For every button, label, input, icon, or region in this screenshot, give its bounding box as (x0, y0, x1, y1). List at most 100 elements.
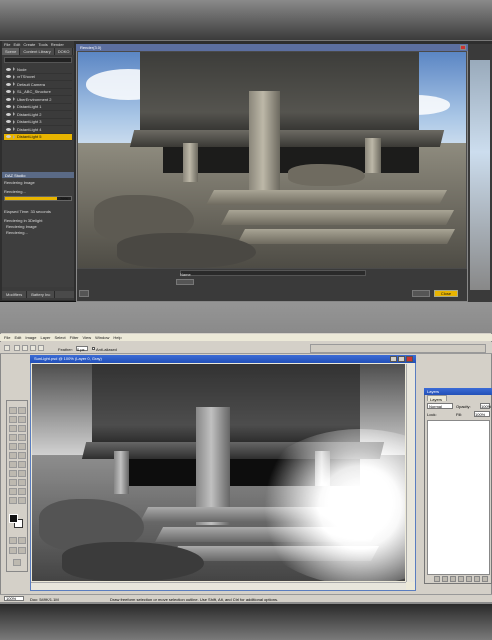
antialias-checkbox[interactable] (92, 347, 95, 350)
scene-item-node[interactable]: Node (4, 66, 72, 74)
scene-item-light-4[interactable]: DistantLight 4 (4, 126, 72, 134)
render-save-button[interactable] (412, 290, 430, 297)
tab-doko[interactable]: DOKO (55, 48, 74, 55)
render-close-button[interactable]: Close (434, 290, 458, 297)
maximize-icon[interactable] (398, 356, 405, 362)
gradient-tool-icon[interactable] (18, 452, 26, 459)
daz-menu-render[interactable]: Render (51, 42, 64, 47)
standard-mode-icon[interactable] (18, 537, 26, 544)
tab-modifiers[interactable]: Modifiers (2, 291, 28, 298)
crop-tool-icon[interactable] (9, 425, 17, 432)
daz-menu-file[interactable]: File (4, 42, 10, 47)
scene-item-shovel[interactable]: vrTShovel (4, 74, 72, 81)
eye-icon[interactable] (6, 135, 11, 139)
scene-item-light-5[interactable]: DistantLight 5 (4, 133, 72, 141)
daz-menu-edit[interactable]: Edit (13, 42, 20, 47)
layer-mask-icon[interactable] (450, 576, 456, 582)
scene-search-input[interactable] (4, 57, 72, 63)
zoom-tool-icon[interactable] (18, 497, 26, 504)
tab-layers[interactable]: Layers (427, 395, 447, 402)
path-selection-icon[interactable] (9, 470, 17, 477)
eye-icon[interactable] (6, 105, 11, 109)
hand-tool-icon[interactable] (9, 497, 17, 504)
daz-menu-tools[interactable]: Tools (38, 42, 47, 47)
scene-item-camera[interactable]: Default Camera (4, 81, 72, 89)
new-selection-icon[interactable] (14, 345, 20, 351)
opacity-input[interactable]: 100% (480, 403, 491, 409)
ps-menu-help[interactable]: Help (113, 335, 121, 340)
ps-menu-layer[interactable]: Layer (40, 335, 50, 340)
render-format-dropdown[interactable] (176, 279, 194, 285)
lasso-tool-preset-icon[interactable] (4, 345, 10, 351)
eye-icon[interactable] (6, 112, 11, 116)
horizontal-scrollbar[interactable] (31, 582, 406, 590)
scene-item-environment[interactable]: UberEnvironment 2 (4, 96, 72, 104)
notes-tool-icon[interactable] (9, 488, 17, 495)
feather-input[interactable]: 0 px (76, 346, 88, 352)
lasso-tool-icon[interactable] (9, 416, 17, 423)
expand-arrow-icon[interactable] (13, 104, 15, 109)
shape-tool-icon[interactable] (18, 479, 26, 486)
expand-arrow-icon[interactable] (13, 127, 15, 132)
imageready-icon[interactable] (13, 559, 21, 566)
scene-item-light-3[interactable]: DistantLight 3 (4, 119, 72, 126)
trash-icon[interactable] (482, 576, 488, 582)
adjustment-layer-icon[interactable] (466, 576, 472, 582)
new-layer-icon[interactable] (474, 576, 480, 582)
eye-icon[interactable] (6, 82, 11, 86)
eye-icon[interactable] (6, 67, 11, 71)
scene-item-light-2[interactable]: DistantLight 2 (4, 111, 72, 119)
history-brush-icon[interactable] (18, 443, 26, 450)
daz-menu-create[interactable]: Create (23, 42, 35, 47)
move-tool-icon[interactable] (18, 407, 26, 414)
layer-style-icon[interactable] (442, 576, 448, 582)
brush-tool-icon[interactable] (18, 434, 26, 441)
eye-icon[interactable] (6, 90, 11, 94)
expand-arrow-icon[interactable] (13, 67, 15, 72)
eraser-tool-icon[interactable] (9, 452, 17, 459)
expand-arrow-icon[interactable] (13, 89, 15, 94)
tab-scene[interactable]: Scene (2, 48, 21, 55)
healing-brush-icon[interactable] (9, 434, 17, 441)
render-options-button[interactable] (79, 290, 89, 297)
layers-list[interactable] (427, 420, 490, 575)
fill-input[interactable]: 100% (474, 411, 490, 417)
tab-content-library[interactable]: Content Library (20, 48, 55, 55)
ps-menu-filter[interactable]: Filter (70, 335, 79, 340)
minimize-icon[interactable] (390, 356, 397, 362)
expand-arrow-icon[interactable] (13, 97, 15, 102)
screen-mode-icon[interactable] (9, 547, 17, 554)
fullscreen-mode-icon[interactable] (18, 547, 26, 554)
scene-item-structure[interactable]: SL_ABC_Structure (4, 89, 72, 96)
render-name-input[interactable] (180, 270, 366, 276)
eye-icon[interactable] (6, 97, 11, 101)
subtract-selection-icon[interactable] (30, 345, 36, 351)
scene-item-light-1[interactable]: DistantLight 1 (4, 104, 72, 111)
intersect-selection-icon[interactable] (38, 345, 44, 351)
expand-arrow-icon[interactable] (13, 112, 15, 117)
tab-battery[interactable]: Battery Inc (27, 291, 56, 298)
zoom-input[interactable]: 100% (4, 596, 24, 601)
close-icon[interactable] (460, 45, 466, 50)
blur-tool-icon[interactable] (9, 461, 17, 468)
eyedropper-tool-icon[interactable] (18, 488, 26, 495)
vertical-scrollbar[interactable] (406, 364, 415, 582)
ps-menu-view[interactable]: View (83, 335, 92, 340)
ps-menu-file[interactable]: File (4, 335, 10, 340)
eye-icon[interactable] (6, 120, 11, 124)
ps-menu-select[interactable]: Select (55, 335, 66, 340)
eye-icon[interactable] (6, 127, 11, 131)
clone-stamp-icon[interactable] (9, 443, 17, 450)
close-icon[interactable] (406, 356, 413, 362)
eye-icon[interactable] (6, 75, 11, 79)
ps-menu-image[interactable]: Image (25, 335, 36, 340)
slice-tool-icon[interactable] (18, 425, 26, 432)
pen-tool-icon[interactable] (9, 479, 17, 486)
marquee-tool-icon[interactable] (9, 407, 17, 414)
ps-menu-edit[interactable]: Edit (14, 335, 21, 340)
quick-mask-icon[interactable] (9, 537, 17, 544)
foreground-color-swatch[interactable] (9, 514, 18, 523)
expand-arrow-icon[interactable] (13, 74, 15, 79)
magic-wand-tool-icon[interactable] (18, 416, 26, 423)
ps-menu-window[interactable]: Window (95, 335, 109, 340)
